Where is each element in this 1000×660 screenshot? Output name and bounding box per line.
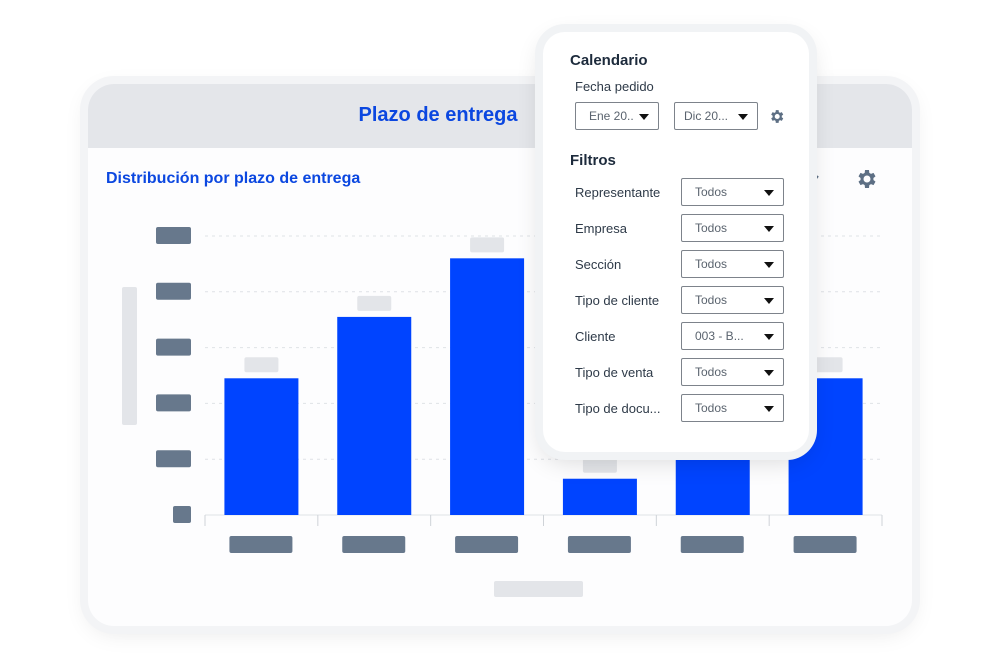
gear-icon[interactable] — [768, 108, 785, 125]
x-tick-label-placeholder — [455, 536, 519, 553]
filter-label: Tipo de docu... — [575, 401, 661, 416]
y-axis-title-placeholder — [122, 287, 137, 425]
filter-select[interactable]: Todos — [681, 286, 784, 314]
bar — [224, 378, 299, 515]
calendar-title: Calendario — [570, 52, 648, 69]
chevron-down-icon — [764, 262, 774, 268]
filter-select[interactable]: Todos — [681, 394, 784, 422]
chevron-down-icon — [738, 114, 748, 120]
filter-value: Todos — [695, 365, 728, 379]
y-tick-label-placeholder — [156, 450, 191, 468]
bar-chart — [122, 227, 883, 597]
y-tick-label-placeholder — [156, 338, 191, 356]
filter-label: Tipo de cliente — [575, 293, 660, 308]
data-label-placeholder — [357, 295, 392, 311]
y-tick-label-placeholder — [156, 394, 191, 412]
filter-select[interactable]: Todos — [681, 214, 784, 242]
filter-label: Empresa — [575, 221, 628, 236]
date-from-select[interactable]: Ene 20.. — [575, 102, 659, 130]
data-label-placeholder — [470, 237, 505, 253]
x-tick-label-placeholder — [680, 536, 744, 553]
filter-label: Tipo de venta — [575, 365, 654, 380]
date-label: Fecha pedido — [575, 79, 654, 94]
bar — [337, 316, 412, 515]
bar — [450, 258, 525, 515]
chevron-down-icon — [639, 114, 649, 120]
x-tick-label-placeholder — [793, 536, 857, 553]
chevron-down-icon — [764, 370, 774, 376]
filter-label: Representante — [575, 185, 661, 200]
x-axis-title-placeholder — [494, 581, 583, 597]
chevron-down-icon — [764, 334, 774, 340]
filter-panel: Calendario Fecha pedido Ene 20.. Dic 20.… — [543, 32, 809, 452]
filter-value: Todos — [695, 185, 728, 199]
filters-title: Filtros — [570, 152, 616, 169]
x-tick-label-placeholder — [229, 536, 293, 553]
filter-select[interactable]: Todos — [681, 178, 784, 206]
filter-select[interactable]: 003 - B... — [681, 322, 784, 350]
chevron-down-icon — [764, 406, 774, 412]
filter-value: Todos — [695, 221, 728, 235]
data-label-placeholder — [582, 457, 617, 473]
bar — [562, 478, 637, 515]
date-to-value: Dic 20... — [684, 109, 729, 123]
filter-value: Todos — [695, 293, 728, 307]
filter-value: Todos — [695, 257, 728, 271]
data-label-placeholder — [808, 357, 843, 373]
filter-label: Sección — [575, 257, 622, 272]
chevron-down-icon — [764, 190, 774, 196]
date-to-select[interactable]: Dic 20... — [674, 102, 758, 130]
chevron-down-icon — [764, 226, 774, 232]
x-tick-label-placeholder — [567, 536, 631, 553]
filter-value: 003 - B... — [695, 329, 744, 343]
chevron-down-icon — [764, 298, 774, 304]
data-label-placeholder — [244, 357, 279, 373]
date-from-value: Ene 20.. — [589, 109, 634, 123]
filter-select[interactable]: Todos — [681, 358, 784, 386]
y-tick-label-placeholder — [156, 282, 191, 300]
filter-select[interactable]: Todos — [681, 250, 784, 278]
filter-label: Cliente — [575, 329, 616, 344]
x-tick-label-placeholder — [342, 536, 406, 553]
y-tick-label-placeholder — [173, 506, 191, 523]
y-tick-label-placeholder — [156, 227, 191, 244]
filter-value: Todos — [695, 401, 728, 415]
